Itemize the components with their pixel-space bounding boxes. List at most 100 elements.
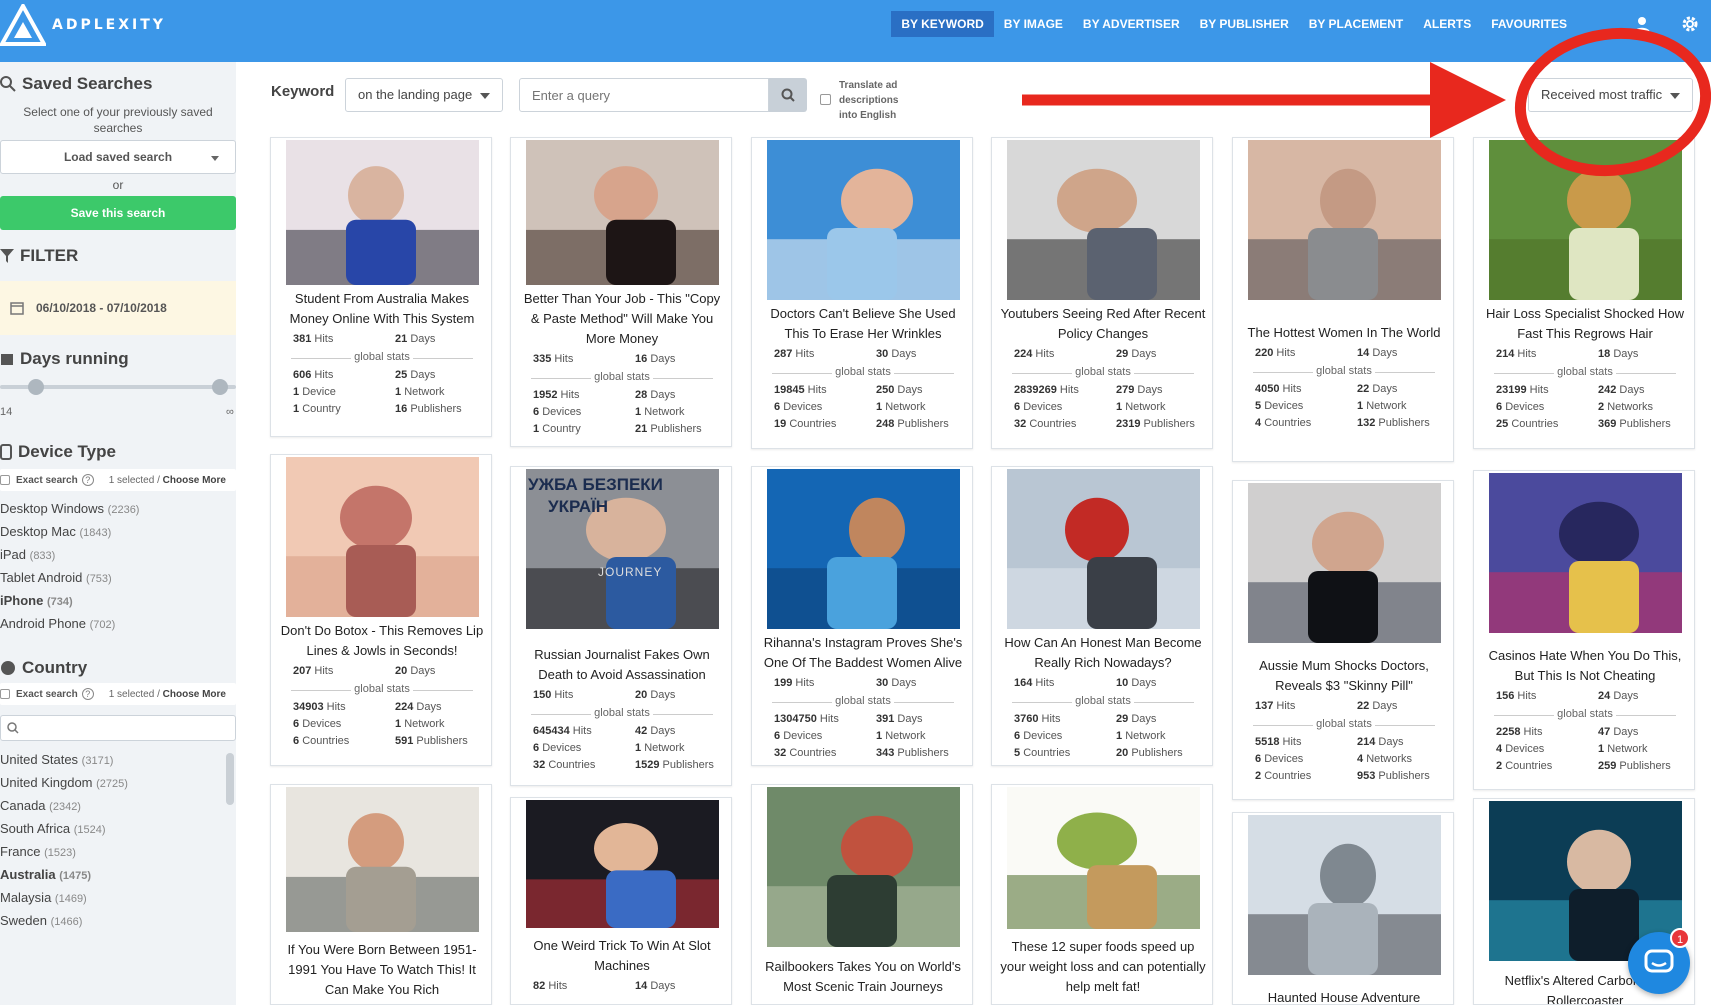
ad-card[interactable]: If You Were Born Between 1951-1991 You H…: [270, 784, 492, 1005]
ad-card[interactable]: Don't Do Botox - This Removes Lip Lines …: [270, 454, 492, 766]
country-choose-more-link[interactable]: Choose More: [163, 689, 226, 700]
ad-title[interactable]: Hair Loss Specialist Shocked How Fast Th…: [1482, 304, 1688, 344]
ad-thumbnail[interactable]: [767, 140, 960, 300]
ad-thumbnail[interactable]: [1007, 787, 1200, 929]
device-choose-more-link[interactable]: Choose More: [163, 475, 226, 486]
filter-option[interactable]: Sweden (1466): [0, 913, 82, 928]
ad-thumbnail[interactable]: [1248, 815, 1441, 975]
help-icon[interactable]: ?: [81, 474, 94, 486]
search-scope-select[interactable]: on the landing page: [345, 78, 503, 112]
nav-by-image[interactable]: BY IMAGE: [994, 11, 1073, 37]
ad-thumbnail[interactable]: [526, 800, 719, 928]
global-days-stat-label: Days: [1613, 726, 1639, 738]
ad-title[interactable]: Youtubers Seeing Red After Recent Policy…: [1000, 304, 1206, 344]
ad-thumbnail[interactable]: [1007, 140, 1200, 300]
days-running-min-handle[interactable]: [28, 379, 44, 395]
ad-thumbnail[interactable]: [286, 787, 479, 932]
hits-stat-value: 137: [1255, 700, 1274, 712]
ad-card[interactable]: Casinos Hate When You Do This, But This …: [1473, 470, 1695, 790]
ad-card[interactable]: Railbookers Takes You on World's Most Sc…: [751, 784, 973, 1005]
nav-by-publisher[interactable]: BY PUBLISHER: [1190, 11, 1299, 37]
gear-icon[interactable]: [1679, 13, 1701, 35]
sort-select[interactable]: Received most traffic: [1528, 78, 1693, 112]
global-stats-divider: global stats: [531, 371, 713, 383]
help-icon[interactable]: ?: [81, 688, 94, 700]
ad-title[interactable]: Haunted House Adventure: [1241, 988, 1447, 1004]
ad-thumbnail[interactable]: [767, 787, 960, 947]
ad-thumbnail[interactable]: [286, 140, 479, 285]
filter-option[interactable]: United Kingdom (2725): [0, 775, 128, 790]
ad-title[interactable]: One Weird Trick To Win At Slot Machines: [519, 936, 725, 976]
translate-checkbox[interactable]: [820, 94, 831, 105]
ad-thumbnail[interactable]: [1007, 469, 1200, 629]
save-search-button[interactable]: Save this search: [0, 196, 236, 230]
load-saved-search-button[interactable]: Load saved search: [0, 140, 236, 174]
filter-option[interactable]: iPhone (734): [0, 593, 73, 608]
ad-title[interactable]: The Hottest Women In The World: [1241, 323, 1447, 343]
nav-favourites[interactable]: FAVOURITES: [1481, 11, 1577, 37]
ad-card[interactable]: Haunted House Adventure: [1232, 812, 1454, 1005]
days-stat-value: 20: [635, 689, 648, 701]
ad-card[interactable]: The Hottest Women In The World 220 Hits 14…: [1232, 137, 1454, 462]
ad-title[interactable]: Student From Australia Makes Money Onlin…: [279, 289, 485, 329]
ad-title[interactable]: Aussie Mum Shocks Doctors, Reveals $3 "S…: [1241, 656, 1447, 696]
nav-alerts[interactable]: ALERTS: [1413, 11, 1481, 37]
filter-option[interactable]: South Africa (1524): [0, 821, 106, 836]
ad-thumbnail[interactable]: [286, 457, 479, 617]
filter-option[interactable]: Tablet Android (753): [0, 570, 112, 585]
ad-title[interactable]: How Can An Honest Man Become Really Rich…: [1000, 633, 1206, 673]
search-submit-button[interactable]: [769, 78, 807, 112]
ad-card[interactable]: How Can An Honest Man Become Really Rich…: [991, 466, 1213, 766]
device-exact-search-checkbox[interactable]: [0, 475, 10, 485]
ad-thumbnail[interactable]: [767, 469, 960, 629]
ad-card[interactable]: Student From Australia Makes Money Onlin…: [270, 137, 492, 437]
ad-thumbnail[interactable]: УЖБА БЕЗПЕКИ УКРАЇН JOURNEY: [526, 469, 719, 629]
country-exact-search-checkbox[interactable]: [0, 689, 10, 699]
ad-thumbnail[interactable]: [1489, 473, 1682, 633]
country-search-input[interactable]: [0, 715, 236, 741]
ad-title[interactable]: These 12 super foods speed up your weigh…: [1000, 937, 1206, 997]
ad-card[interactable]: Youtubers Seeing Red After Recent Policy…: [991, 137, 1213, 449]
brand-logo[interactable]: ADPLEXITY: [0, 4, 166, 46]
filter-option[interactable]: Android Phone (702): [0, 616, 115, 631]
ad-card[interactable]: УЖБА БЕЗПЕКИ УКРАЇН JOURNEY Russian Journal…: [510, 466, 732, 786]
ad-thumbnail[interactable]: [526, 140, 719, 285]
nav-by-advertiser[interactable]: BY ADVERTISER: [1073, 11, 1190, 37]
global-stats-divider: global stats: [291, 683, 473, 695]
ad-card[interactable]: These 12 super foods speed up your weigh…: [991, 784, 1213, 1005]
nav-by-keyword[interactable]: BY KEYWORD: [891, 11, 994, 37]
country-list-scrollbar[interactable]: [226, 753, 234, 805]
ad-title[interactable]: If You Were Born Between 1951-1991 You H…: [279, 940, 485, 1000]
ad-card[interactable]: One Weird Trick To Win At Slot Machines 8…: [510, 797, 732, 1005]
ad-title[interactable]: Casinos Hate When You Do This, But This …: [1482, 646, 1688, 686]
ad-card[interactable]: Aussie Mum Shocks Doctors, Reveals $3 "S…: [1232, 480, 1454, 800]
filter-option[interactable]: United States (3171): [0, 752, 113, 767]
user-icon[interactable]: [1631, 13, 1653, 35]
ad-title[interactable]: Rihanna's Instagram Proves She's One Of …: [760, 633, 966, 673]
ad-card[interactable]: Hair Loss Specialist Shocked How Fast Th…: [1473, 137, 1695, 449]
ad-card[interactable]: Doctors Can't Believe She Used This To E…: [751, 137, 973, 449]
filter-option[interactable]: Australia (1475): [0, 867, 91, 882]
days-running-heading: Days running: [0, 349, 129, 369]
filter-option[interactable]: Desktop Windows (2236): [0, 501, 139, 516]
ad-title[interactable]: Better Than Your Job - This "Copy & Past…: [519, 289, 725, 349]
filter-option[interactable]: Desktop Mac (1843): [0, 524, 111, 539]
ad-thumbnail[interactable]: [1248, 483, 1441, 643]
filter-option[interactable]: Malaysia (1469): [0, 890, 87, 905]
ad-thumbnail[interactable]: [1248, 140, 1441, 300]
ad-title[interactable]: Doctors Can't Believe She Used This To E…: [760, 304, 966, 344]
ad-title[interactable]: Railbookers Takes You on World's Most Sc…: [760, 957, 966, 997]
nav-by-placement[interactable]: BY PLACEMENT: [1299, 11, 1413, 37]
ad-thumbnail[interactable]: [1489, 140, 1682, 300]
date-range-picker[interactable]: 06/10/2018 - 07/10/2018: [0, 281, 236, 335]
ad-card[interactable]: Better Than Your Job - This "Copy & Past…: [510, 137, 732, 447]
query-input[interactable]: [519, 78, 769, 112]
filter-option[interactable]: Canada (2342): [0, 798, 81, 813]
ad-title[interactable]: Russian Journalist Fakes Own Death to Av…: [519, 645, 725, 685]
days-running-max-handle[interactable]: [212, 379, 228, 395]
filter-option[interactable]: iPad (833): [0, 547, 55, 562]
ad-card[interactable]: Rihanna's Instagram Proves She's One Of …: [751, 466, 973, 766]
ad-title[interactable]: Don't Do Botox - This Removes Lip Lines …: [279, 621, 485, 661]
networks-stat-value: 4: [1357, 753, 1364, 765]
filter-option[interactable]: France (1523): [0, 844, 76, 859]
